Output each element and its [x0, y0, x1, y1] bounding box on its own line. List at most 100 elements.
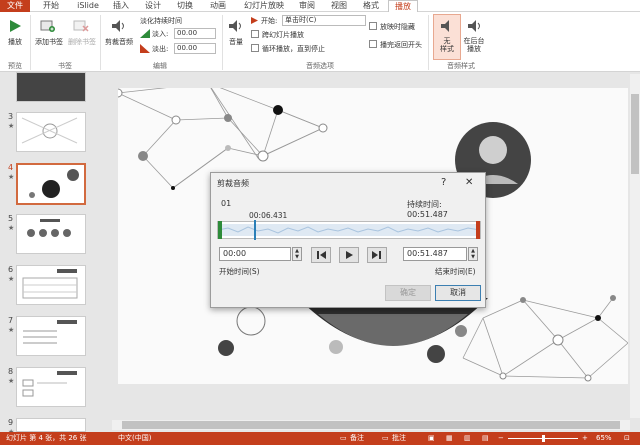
group-edit-label: 编辑 [153, 62, 167, 70]
slide-star-6: ★ [8, 275, 15, 283]
hide-during-show-checkbox[interactable] [369, 22, 377, 30]
slide-star-7: ★ [8, 326, 15, 334]
tab-design[interactable]: 设计 [140, 0, 166, 12]
vertical-scroll-thumb[interactable] [631, 94, 639, 174]
slide-8-preview [22, 371, 77, 397]
start-time-label: 开始时间(S) [219, 267, 260, 276]
slide-thumb-2[interactable] [16, 72, 86, 102]
group-bookmarks-label: 书签 [58, 62, 72, 70]
tab-review[interactable]: 审阅 [294, 0, 320, 12]
tab-format[interactable]: 格式 [358, 0, 384, 12]
slide-sorter-icon[interactable]: ▦ [446, 432, 453, 445]
vertical-scrollbar[interactable] [630, 74, 640, 418]
help-button[interactable]: ? [441, 177, 446, 188]
slide-star-8: ★ [8, 377, 15, 385]
waveform [217, 224, 481, 236]
start-icon [251, 17, 258, 24]
slide-7-preview [23, 320, 77, 344]
close-button[interactable]: ✕ [465, 177, 473, 188]
tab-insert[interactable]: 插入 [108, 0, 134, 12]
trim-audio-button[interactable]: 剪裁音频 [103, 37, 135, 47]
slide-thumb-8[interactable] [16, 367, 86, 407]
horizontal-scrollbar[interactable] [112, 420, 630, 430]
slide-thumb-4[interactable] [16, 163, 86, 205]
fade-in-input[interactable]: 00.00 [174, 28, 216, 39]
loop-checkbox[interactable] [251, 44, 259, 52]
end-time-spinner[interactable]: ▲ ▼ [468, 247, 478, 261]
add-bookmark-button[interactable]: 添加书签 [33, 37, 65, 47]
slide-star-5: ★ [8, 224, 15, 232]
end-time-input[interactable]: 00:51.487 [403, 247, 467, 261]
language-indicator[interactable]: 中文(中国) [118, 432, 151, 445]
tab-file[interactable]: 文件 [0, 0, 30, 12]
loop-label: 循环播放，直到停止 [262, 45, 325, 53]
fade-duration-title: 淡化持续时间 [140, 17, 182, 25]
tab-islide[interactable]: iSlide [72, 0, 104, 12]
play-preview-button[interactable] [339, 247, 359, 263]
normal-view-icon[interactable]: ▣ [428, 432, 435, 445]
zoom-out-icon[interactable]: − [498, 432, 504, 445]
slide-counter: 幻灯片 第 4 张，共 26 张 [6, 434, 87, 442]
fade-out-label: 淡出: [152, 45, 169, 53]
ok-button[interactable]: 确定 [385, 285, 431, 301]
play-in-background-button[interactable]: 在后台 播放 [460, 37, 488, 53]
playhead-marker[interactable] [253, 220, 256, 240]
slide-star-3: ★ [8, 122, 15, 130]
cancel-button[interactable]: 取消 [435, 285, 481, 301]
slide-number-8: 8 [8, 367, 14, 376]
tab-home[interactable]: 开始 [36, 0, 66, 12]
slide-thumb-3[interactable] [16, 112, 86, 152]
remove-bookmark-button[interactable]: 删除书签 [66, 37, 98, 47]
comments-button[interactable]: 批注 [392, 432, 406, 445]
fade-out-input[interactable]: 00.00 [174, 43, 216, 54]
slide-thumb-5[interactable] [16, 214, 86, 254]
tab-slideshow[interactable]: 幻灯片放映 [238, 0, 290, 12]
reading-view-icon[interactable]: ▥ [464, 432, 471, 445]
play-in-background-icon [468, 20, 480, 32]
trim-audio-icon [112, 20, 124, 32]
start-trim-handle[interactable] [218, 221, 222, 239]
volume-icon [229, 20, 241, 32]
zoom-in-icon[interactable]: + [582, 432, 588, 445]
start-dropdown[interactable]: 单击时(C) [282, 15, 366, 26]
slideshow-view-icon[interactable]: ▤ [482, 432, 489, 445]
slide-thumb-7[interactable] [16, 316, 86, 356]
rewind-checkbox[interactable] [369, 40, 377, 48]
next-frame-button[interactable] [367, 247, 387, 263]
waveform-track[interactable] [217, 220, 481, 240]
slide-4-preview [29, 169, 79, 198]
rewind-label: 播完返回开头 [380, 41, 422, 49]
tab-view[interactable]: 视图 [326, 0, 352, 12]
tab-animations[interactable]: 动画 [204, 0, 232, 12]
tab-playback[interactable]: 播放 [388, 0, 418, 12]
group-audio-styles-label: 音频样式 [447, 62, 475, 70]
previous-frame-button[interactable] [311, 247, 331, 263]
next-frame-icon [372, 251, 381, 259]
no-style-icon [441, 20, 449, 32]
slide-number-7: 7 [8, 316, 14, 325]
ribbon: 播放 预览 添加书签 删除书签 书签 剪裁音频 淡化持续时间 淡入: 00.00… [0, 12, 640, 72]
add-bookmark-icon [40, 20, 55, 32]
status-bar: 幻灯片 第 4 张，共 26 张 中文(中国) ▭ 备注 ▭ 批注 ▣ ▦ ▥ … [0, 432, 640, 445]
cursor-time: 00:06.431 [249, 211, 288, 220]
zoom-level[interactable]: 65% [596, 432, 612, 445]
notes-button[interactable]: 备注 [350, 432, 364, 445]
tab-transitions[interactable]: 切换 [172, 0, 198, 12]
cross-slides-checkbox[interactable] [251, 30, 259, 38]
end-trim-handle[interactable] [476, 221, 480, 239]
volume-button[interactable]: 音量 [226, 37, 246, 47]
no-style-label: 无 样式 [440, 37, 454, 53]
no-style-button[interactable]: 无 样式 [433, 14, 461, 60]
slide-thumb-6[interactable] [16, 265, 86, 305]
trim-audio-dialog: 剪裁音频 ? ✕ 01 持续时间: 00:51.487 00:06.431 00… [210, 172, 486, 308]
zoom-slider-thumb[interactable] [542, 435, 545, 442]
notes-icon: ▭ [340, 434, 347, 442]
start-time-input[interactable]: 00:00 [219, 247, 291, 261]
group-preview-label: 预览 [8, 62, 22, 70]
horizontal-scroll-thumb[interactable] [122, 421, 620, 429]
play-button[interactable]: 播放 [4, 37, 26, 47]
fit-to-window-icon[interactable]: ⊡ [624, 432, 630, 445]
start-time-spinner[interactable]: ▲ ▼ [292, 247, 302, 261]
slide-thumb-9[interactable] [16, 418, 86, 432]
slide-number-6: 6 [8, 265, 14, 274]
